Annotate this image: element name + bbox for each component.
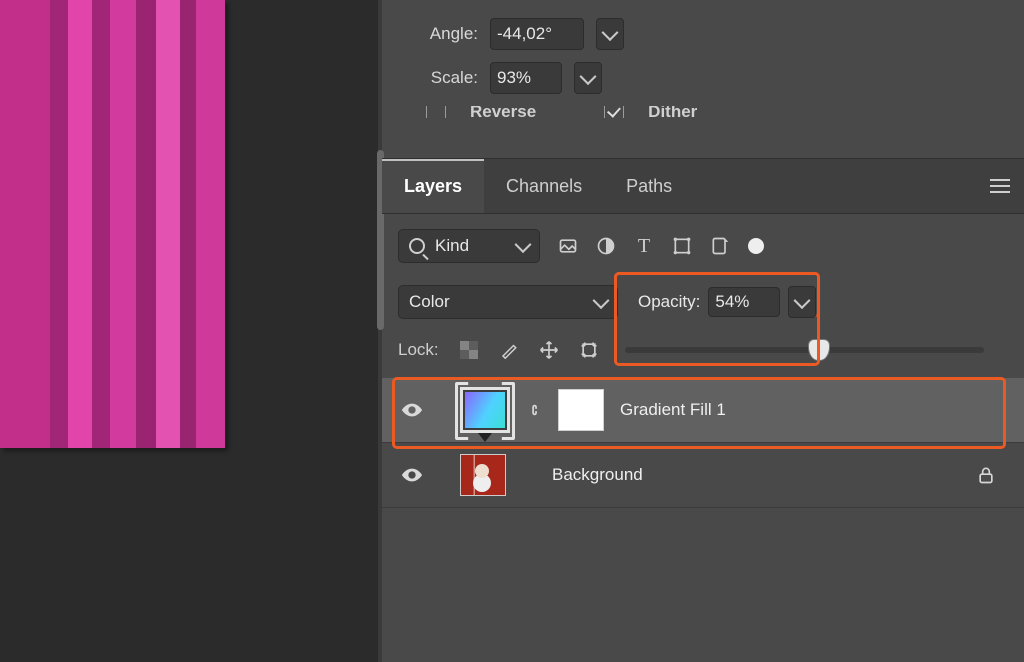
gradient-fill-options: Angle: Scale: Reverse Dither [404, 0, 1018, 118]
adjustment-icon[interactable] [596, 236, 616, 256]
type-icon[interactable]: T [634, 236, 654, 256]
lock-row: Lock: [398, 330, 1008, 370]
tab-layers[interactable]: Layers [382, 159, 484, 213]
filter-kind-dropdown[interactable]: Kind [398, 229, 540, 263]
opacity-slider-thumb[interactable] [808, 339, 830, 361]
lock-pixels-icon[interactable] [499, 340, 519, 360]
opacity-input[interactable] [708, 287, 780, 317]
scale-input[interactable] [490, 62, 562, 94]
tab-layers-label: Layers [404, 176, 462, 197]
filter-kind-label: Kind [435, 236, 469, 256]
scale-label: Scale: [404, 68, 478, 88]
lock-icon [976, 465, 996, 485]
layer-row-gradient-fill-1[interactable]: Gradient Fill 1 [382, 378, 1024, 443]
tab-paths-label: Paths [626, 176, 672, 197]
layer-thumbnail-background[interactable] [460, 454, 506, 496]
mask-link-icon[interactable] [526, 398, 542, 422]
search-icon [409, 238, 425, 254]
tab-paths[interactable]: Paths [604, 159, 694, 213]
panel-tabs: Layers Channels Paths [382, 158, 1024, 214]
opacity-dropdown-button[interactable] [788, 286, 816, 318]
scale-dropdown-button[interactable] [574, 62, 602, 94]
tab-channels-label: Channels [506, 176, 582, 197]
reverse-label: Reverse [470, 106, 536, 118]
dither-label: Dither [648, 106, 697, 118]
lock-position-icon[interactable] [539, 340, 559, 360]
lock-artboard-icon[interactable] [579, 340, 599, 360]
canvas-preview[interactable] [0, 0, 225, 448]
visibility-toggle[interactable] [400, 398, 424, 422]
panel-menu-button[interactable] [976, 159, 1024, 213]
blend-opacity-row: Color Opacity: [398, 282, 1024, 322]
layer-name[interactable]: Background [552, 465, 960, 485]
filter-toggle-icon[interactable] [748, 238, 764, 254]
layer-name[interactable]: Gradient Fill 1 [620, 400, 996, 420]
layers-panel: Angle: Scale: Reverse Dither Layers Chan… [378, 0, 1024, 662]
hamburger-icon [990, 185, 1010, 187]
image-icon[interactable] [558, 236, 578, 256]
tab-channels[interactable]: Channels [484, 159, 604, 213]
opacity-group: Opacity: [632, 280, 824, 324]
blend-mode-dropdown[interactable]: Color [398, 285, 618, 319]
layer-row-background[interactable]: Background [382, 443, 1024, 508]
angle-input[interactable] [490, 18, 584, 50]
blend-mode-value: Color [409, 292, 450, 312]
angle-dropdown-button[interactable] [596, 18, 624, 50]
shape-icon[interactable] [672, 236, 692, 256]
smartobject-icon[interactable] [710, 236, 730, 256]
visibility-toggle[interactable] [400, 463, 424, 487]
opacity-label: Opacity: [638, 292, 700, 312]
opacity-slider-track[interactable] [625, 347, 984, 353]
angle-label: Angle: [404, 24, 478, 44]
layer-mask-thumbnail[interactable] [558, 389, 604, 431]
layer-filter-row: Kind T [398, 228, 1008, 264]
layer-thumbnail-gradient[interactable] [460, 387, 510, 433]
layer-list: Gradient Fill 1 Background [382, 378, 1024, 662]
reverse-checkbox[interactable] [426, 106, 446, 118]
lock-transparency-icon[interactable] [459, 340, 479, 360]
dither-checkbox[interactable] [604, 106, 624, 118]
lock-label: Lock: [398, 340, 439, 360]
